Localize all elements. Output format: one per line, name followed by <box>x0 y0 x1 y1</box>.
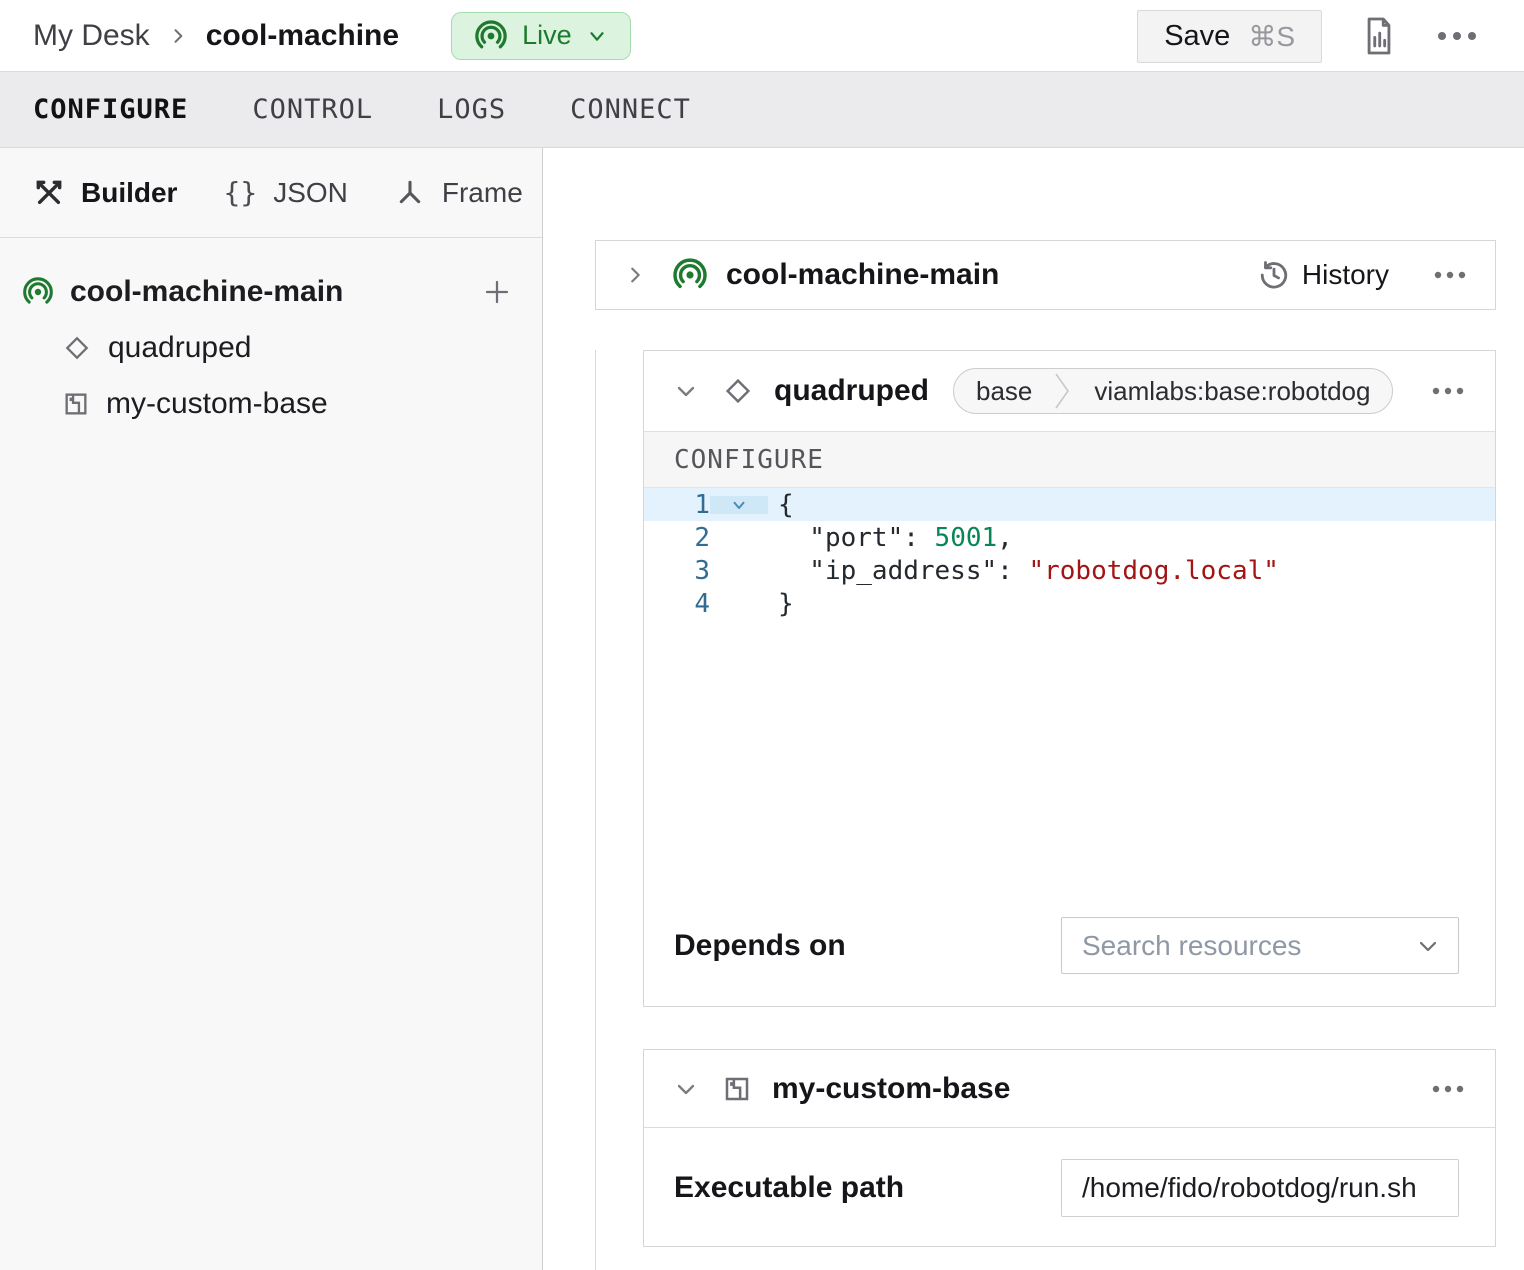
tab-connect[interactable]: CONNECT <box>570 94 691 125</box>
tree-item-label: quadruped <box>108 331 251 365</box>
top-bar: My Desk cool-machine Live Save ⌘S <box>0 0 1524 72</box>
editor-line[interactable]: 3 "ip_address": "robotdog.local" <box>644 554 1495 587</box>
broadcast-icon <box>672 257 708 293</box>
machine-part-card: cool-machine-main History <box>595 240 1496 310</box>
tree-item-label: my-custom-base <box>106 387 328 421</box>
chevron-down-icon[interactable] <box>674 1077 698 1101</box>
view-builder[interactable]: Builder <box>33 177 177 209</box>
tree-item-my-custom-base[interactable]: my-custom-base <box>0 376 542 432</box>
editor-line[interactable]: 4 } <box>644 587 1495 620</box>
pill-category: base <box>954 376 1054 407</box>
diamond-icon <box>722 375 754 407</box>
more-menu-icon[interactable] <box>1433 270 1467 280</box>
fold-chevron-icon[interactable] <box>710 496 768 514</box>
chevron-right-icon <box>168 26 188 46</box>
view-frame[interactable]: Frame <box>394 177 523 209</box>
chevron-right-icon[interactable] <box>624 264 646 286</box>
editor-line[interactable]: 2 "port": 5001, <box>644 521 1495 554</box>
machine-name: cool-machine <box>206 19 399 53</box>
resource-tree: cool-machine-main quadruped my-custom-ba… <box>0 238 542 432</box>
diamond-icon <box>62 333 92 363</box>
depends-on-row: Depends on <box>674 917 1459 974</box>
executable-path-input[interactable] <box>1061 1159 1459 1217</box>
json-config-editor[interactable]: 1 { 2 "port": 5001, 3 "ip_address": "rob… <box>644 488 1495 620</box>
machine-tab-bar: CONFIGURE CONTROL LOGS CONNECT <box>0 72 1524 148</box>
save-shortcut: ⌘S <box>1248 20 1295 53</box>
view-json-label: JSON <box>273 177 348 209</box>
pill-separator-icon <box>1054 368 1072 414</box>
tools-icon <box>33 177 65 209</box>
executable-path-row: Executable path <box>644 1128 1495 1247</box>
chevron-down-icon <box>586 25 608 47</box>
configure-section-header: CONFIGURE <box>644 431 1495 488</box>
more-menu-icon[interactable] <box>1436 30 1478 42</box>
resource-type-pill[interactable]: base viamlabs:base:robotdog <box>953 368 1393 414</box>
quadruped-card: quadruped base viamlabs:base:robotdog CO… <box>643 350 1496 1007</box>
line-number: 4 <box>644 589 710 619</box>
history-button[interactable]: History <box>1258 259 1389 291</box>
tab-configure[interactable]: CONFIGURE <box>33 94 188 125</box>
tree-item-quadruped[interactable]: quadruped <box>0 320 542 376</box>
custom-base-card: my-custom-base Executable path <box>643 1049 1496 1247</box>
config-sidebar: Builder {} JSON Frame cool-mach <box>0 148 543 1270</box>
depends-on-select[interactable] <box>1061 917 1459 974</box>
custom-base-title: my-custom-base <box>772 1072 1010 1106</box>
custom-base-card-header: my-custom-base <box>644 1050 1495 1128</box>
tree-indent-guide <box>595 350 596 1270</box>
top-actions: Save ⌘S <box>1137 0 1478 72</box>
live-status-label: Live <box>522 20 572 51</box>
tree-item-label: cool-machine-main <box>70 275 343 309</box>
line-number: 3 <box>644 556 710 586</box>
depends-on-label: Depends on <box>674 929 846 963</box>
editor-line[interactable]: 1 { <box>644 488 1495 521</box>
more-menu-icon[interactable] <box>1431 1084 1465 1094</box>
quadruped-title: quadruped <box>774 374 929 408</box>
breadcrumb: My Desk cool-machine <box>33 19 399 53</box>
config-main-panel: cool-machine-main History <box>544 148 1524 1270</box>
line-number: 2 <box>644 523 710 553</box>
view-toggle: Builder {} JSON Frame <box>0 148 542 238</box>
quadruped-card-header: quadruped base viamlabs:base:robotdog <box>644 351 1495 431</box>
file-chart-icon[interactable] <box>1362 16 1396 56</box>
broadcast-icon <box>474 19 508 53</box>
view-frame-label: Frame <box>442 177 523 209</box>
tab-logs[interactable]: LOGS <box>437 94 506 125</box>
axes-icon <box>394 177 426 209</box>
tab-control[interactable]: CONTROL <box>252 94 373 125</box>
executable-path-label: Executable path <box>674 1171 904 1205</box>
history-icon <box>1258 259 1290 291</box>
save-button-label: Save <box>1164 20 1230 53</box>
pill-model: viamlabs:base:robotdog <box>1072 376 1392 407</box>
live-status-dropdown[interactable]: Live <box>451 12 631 60</box>
line-number: 1 <box>644 490 710 520</box>
broadcast-icon <box>22 276 54 308</box>
machine-part-title: cool-machine-main <box>726 258 999 292</box>
tree-item-machine-part[interactable]: cool-machine-main <box>0 264 542 320</box>
save-button[interactable]: Save ⌘S <box>1137 10 1322 63</box>
process-icon <box>722 1074 752 1104</box>
view-builder-label: Builder <box>81 177 177 209</box>
chevron-down-icon[interactable] <box>674 379 698 403</box>
more-menu-icon[interactable] <box>1431 386 1465 396</box>
braces-icon: {} <box>223 176 257 209</box>
add-resource-icon[interactable] <box>482 277 512 307</box>
breadcrumb-parent-link[interactable]: My Desk <box>33 19 150 53</box>
history-label: History <box>1302 259 1389 291</box>
process-icon <box>62 390 90 418</box>
search-resources-input[interactable] <box>1062 918 1458 973</box>
view-json[interactable]: {} JSON <box>223 176 347 209</box>
